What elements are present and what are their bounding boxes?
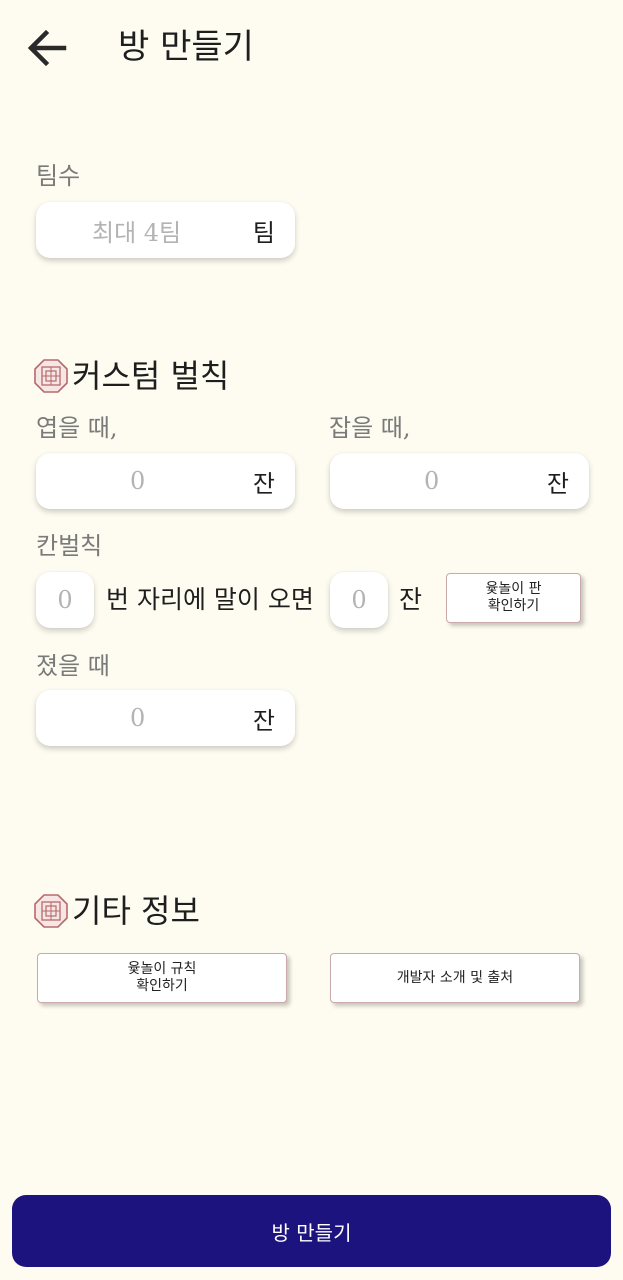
rules-check-line2: 확인하기 (136, 978, 188, 994)
lose-unit: 잔 (252, 706, 275, 735)
up-placeholder: 0 (130, 467, 146, 495)
ornament-icon (34, 359, 68, 393)
board-check-button[interactable]: 윷놀이 판 확인하기 (446, 573, 581, 623)
cell-penalty-text: 번 자리에 말이 오면 (106, 585, 314, 614)
catch-unit: 잔 (546, 469, 569, 498)
lose-input[interactable]: 0 잔 (36, 690, 295, 746)
cell-penalty-label: 칸벌칙 (36, 532, 103, 560)
custom-rules-title: 커스텀 벌칙 (72, 357, 230, 395)
teams-label: 팀수 (36, 162, 81, 190)
catch-label: 잡을 때, (329, 414, 411, 442)
teams-unit: 팀 (252, 218, 275, 247)
up-label: 엽을 때, (36, 414, 118, 442)
up-input[interactable]: 0 잔 (36, 453, 295, 509)
cell-position-input[interactable]: 0 (36, 572, 94, 628)
other-info-title: 기타 정보 (72, 892, 200, 930)
ornament-icon (34, 894, 68, 928)
rules-check-button[interactable]: 윷놀이 규칙 확인하기 (37, 953, 287, 1003)
lose-placeholder: 0 (130, 704, 146, 732)
arrow-left-icon (27, 29, 67, 67)
developer-info-button[interactable]: 개발자 소개 및 출처 (330, 953, 580, 1003)
teams-placeholder: 최대 4팀 (92, 218, 182, 247)
cell-amount-unit: 잔 (399, 585, 423, 614)
lose-label: 졌을 때 (36, 652, 110, 680)
catch-placeholder: 0 (424, 467, 440, 495)
create-room-button[interactable]: 방 만들기 (12, 1195, 611, 1267)
board-check-line1: 윷놀이 판 (485, 581, 542, 597)
catch-input[interactable]: 0 잔 (330, 453, 589, 509)
teams-input[interactable]: 최대 4팀 팀 (36, 202, 295, 258)
other-info-heading: 기타 정보 (34, 891, 200, 931)
up-unit: 잔 (252, 469, 275, 498)
cell-amount-input[interactable]: 0 (330, 572, 388, 628)
rules-check-line1: 윷놀이 규칙 (127, 961, 197, 977)
page-title: 방 만들기 (118, 27, 254, 67)
back-button[interactable] (22, 24, 70, 72)
board-check-line2: 확인하기 (487, 598, 540, 614)
custom-rules-heading: 커스텀 벌칙 (34, 356, 229, 396)
developer-info-label: 개발자 소개 및 출처 (396, 969, 514, 986)
